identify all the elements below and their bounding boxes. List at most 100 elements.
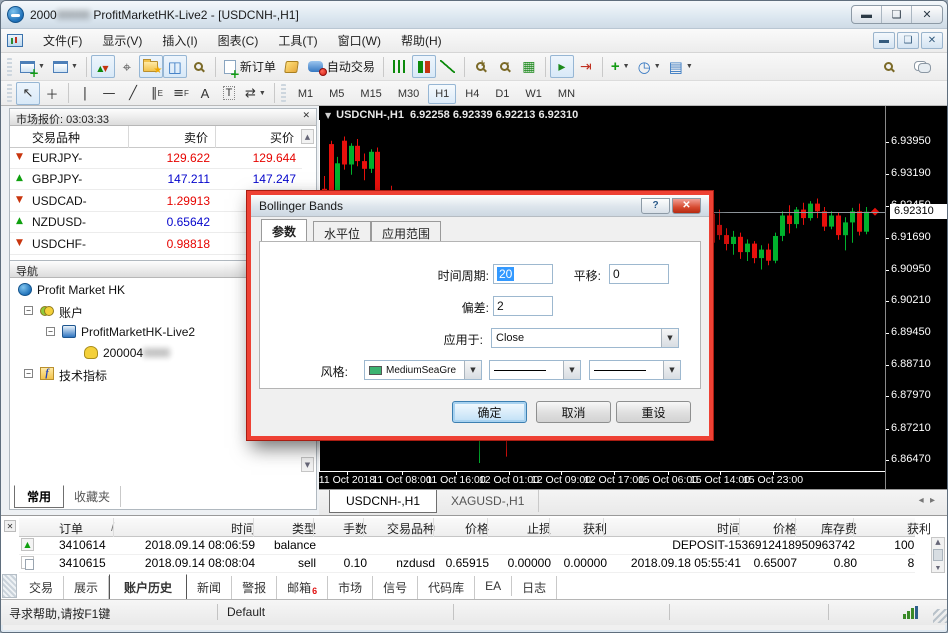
- text-tool-button[interactable]: A: [193, 82, 217, 105]
- terminal-column-price2[interactable]: 价格: [745, 520, 797, 537]
- terminal-tab-EA[interactable]: EA: [475, 576, 512, 596]
- terminal-tab-市场[interactable]: 市场: [328, 576, 373, 599]
- timeframe-d1[interactable]: D1: [488, 84, 516, 104]
- toolbar-grip[interactable]: [7, 58, 12, 76]
- tab-favorites[interactable]: 收藏夹: [64, 486, 121, 507]
- toolbar-grip[interactable]: [281, 84, 286, 102]
- close-icon[interactable]: ✕: [302, 111, 310, 123]
- terminal-toggle-button[interactable]: ◫: [163, 55, 187, 78]
- timeframe-m5[interactable]: M5: [322, 84, 351, 104]
- toolbar-grip[interactable]: [7, 84, 12, 102]
- terminal-drag-handle[interactable]: [2, 574, 17, 598]
- period-input[interactable]: 20: [493, 264, 553, 284]
- terminal-column-profit2[interactable]: 获利: [859, 520, 931, 537]
- deviation-input[interactable]: 2: [493, 296, 553, 316]
- cursor-tool-button[interactable]: ↖: [16, 82, 40, 105]
- chevron-down-icon[interactable]: ▼: [563, 361, 580, 379]
- label-tool-button[interactable]: T: [217, 82, 241, 105]
- indicators-button[interactable]: +▼: [607, 55, 634, 78]
- arrows-tool-button[interactable]: ⇄▼: [241, 82, 270, 105]
- restore-button[interactable]: ❑: [882, 6, 912, 23]
- status-profile[interactable]: Default: [227, 605, 265, 619]
- periods-button[interactable]: ◷▼: [634, 55, 665, 78]
- menu-item-3[interactable]: 图表(C): [208, 31, 269, 51]
- dialog-close-button[interactable]: ✕: [672, 198, 701, 214]
- trendline-tool-button[interactable]: ╱: [121, 82, 145, 105]
- terminal-row-1[interactable]: 34106152018.09.14 08:08:04sell0.10nzdusd…: [19, 555, 915, 573]
- templates-button[interactable]: ▤▼: [665, 55, 697, 78]
- menu-item-2[interactable]: 插入(I): [152, 31, 207, 51]
- navigator-toggle-button[interactable]: ★: [139, 55, 163, 78]
- terminal-tab-展示[interactable]: 展示: [64, 576, 109, 599]
- terminal-scrollbar[interactable]: ▲▼: [931, 537, 945, 573]
- ok-button[interactable]: 确定: [452, 401, 527, 423]
- chevron-down-icon[interactable]: ▼: [325, 111, 331, 120]
- mdi-restore-button[interactable]: ❑: [897, 32, 919, 49]
- fibonacci-tool-button[interactable]: ≡F: [169, 82, 193, 105]
- new-order-button[interactable]: +新订单: [220, 55, 280, 78]
- timeframe-m1[interactable]: M1: [291, 84, 320, 104]
- line-style-select-1[interactable]: ▼: [489, 360, 581, 380]
- line-chart-button[interactable]: [436, 55, 460, 78]
- terminal-tab-信号[interactable]: 信号: [373, 576, 418, 599]
- metaeditor-button[interactable]: [280, 55, 304, 78]
- price-axis-separator[interactable]: [885, 106, 886, 489]
- chart-shift-button[interactable]: ▸: [550, 55, 574, 78]
- timeframe-m30[interactable]: M30: [391, 84, 426, 104]
- minimize-button[interactable]: ▬: [852, 6, 882, 23]
- menu-item-6[interactable]: 帮助(H): [391, 31, 452, 51]
- chevron-down-icon[interactable]: ▼: [661, 329, 678, 347]
- terminal-tab-交易[interactable]: 交易: [19, 576, 64, 599]
- tree-collapse-icon[interactable]: −: [24, 306, 33, 315]
- scroll-up-icon[interactable]: ▲: [301, 129, 314, 144]
- terminal-table-header[interactable]: 订单 /时间类型手数交易品种价格止损获利时间价格库存费获利: [19, 518, 915, 537]
- search-button[interactable]: [876, 55, 900, 78]
- terminal-tab-新闻[interactable]: 新闻: [187, 576, 232, 599]
- terminal-tab-邮箱[interactable]: 邮箱6: [277, 576, 328, 599]
- scroll-down-icon[interactable]: ▼: [301, 457, 314, 472]
- terminal-column-swap[interactable]: 库存费: [801, 520, 857, 537]
- terminal-tab-账户历史[interactable]: 账户历史: [109, 574, 187, 601]
- tab-scroll-arrows[interactable]: ◂ ▸: [919, 490, 935, 506]
- terminal-column-lots[interactable]: 手数: [319, 520, 367, 537]
- terminal-column-symbol[interactable]: 交易品种: [369, 520, 435, 537]
- vertical-line-tool-button[interactable]: |: [73, 82, 97, 105]
- market-row-gbpjpy[interactable]: ▲GBPJPY-147.211147.247: [10, 169, 302, 190]
- zoom-in-button[interactable]: +: [469, 55, 493, 78]
- data-window-button[interactable]: ⌖: [115, 55, 139, 78]
- terminal-row-0[interactable]: 34106142018.09.14 08:06:59balance100.00D…: [19, 537, 915, 555]
- new-chart-button[interactable]: +▼: [16, 55, 49, 78]
- terminal-column-type[interactable]: 类型: [259, 520, 316, 537]
- timeframe-h1[interactable]: H1: [428, 84, 456, 104]
- menu-item-0[interactable]: 文件(F): [33, 31, 92, 51]
- candlestick-chart-button[interactable]: [412, 55, 436, 78]
- terminal-close-icon[interactable]: ✕: [4, 520, 16, 532]
- shift-input[interactable]: 0: [609, 264, 669, 284]
- tree-collapse-icon[interactable]: −: [46, 327, 55, 336]
- auto-scroll-button[interactable]: ⇥: [574, 55, 598, 78]
- terminal-column-price[interactable]: 价格: [439, 520, 489, 537]
- chevron-down-icon[interactable]: ▼: [663, 361, 680, 379]
- reset-button[interactable]: 重设: [616, 401, 691, 423]
- horizontal-line-tool-button[interactable]: —: [97, 82, 121, 105]
- strategy-tester-button[interactable]: [187, 55, 211, 78]
- resize-grip[interactable]: [933, 609, 947, 623]
- timeframe-m15[interactable]: M15: [353, 84, 388, 104]
- cancel-button[interactable]: 取消: [536, 401, 611, 423]
- tab-common[interactable]: 常用: [14, 485, 64, 508]
- dialog-tab-visualization[interactable]: 应用范围: [371, 221, 441, 241]
- apply-to-select[interactable]: Close▼: [491, 328, 679, 348]
- terminal-column-time2[interactable]: 时间: [609, 520, 741, 537]
- menu-item-4[interactable]: 工具(T): [268, 31, 327, 51]
- dialog-tab-parameters[interactable]: 参数: [261, 219, 307, 241]
- line-style-select-2[interactable]: ▼: [589, 360, 681, 380]
- tree-collapse-icon[interactable]: −: [24, 369, 33, 378]
- chart-tab-1[interactable]: XAGUSD-,H1: [437, 490, 539, 512]
- terminal-column-time1[interactable]: 时间: [119, 520, 255, 537]
- autotrading-button[interactable]: 自动交易: [304, 55, 379, 78]
- terminal-tab-代码库[interactable]: 代码库: [418, 576, 475, 599]
- terminal-column-tp[interactable]: 获利: [555, 520, 607, 537]
- menu-item-1[interactable]: 显示(V): [92, 31, 152, 51]
- terminal-tab-日志[interactable]: 日志: [512, 576, 557, 599]
- chat-button[interactable]: [910, 55, 935, 78]
